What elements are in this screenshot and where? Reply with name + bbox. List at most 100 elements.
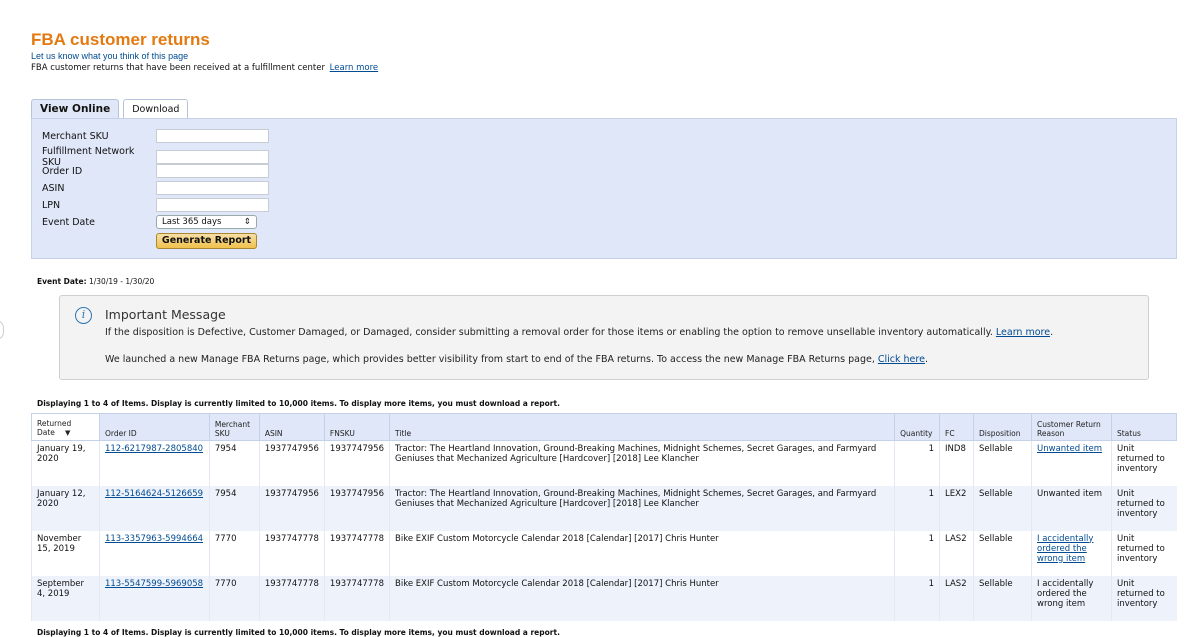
table-row: January 12, 2020 112-5164624-5126659 795… [31, 485, 1177, 531]
cell-date: November 15, 2019 [31, 530, 100, 576]
order-id-input[interactable] [156, 164, 269, 178]
cell-sku: 7770 [208, 530, 260, 576]
asin-label: ASIN [42, 182, 65, 194]
cell-status: Unit returned to inventory [1110, 485, 1177, 531]
cell-status: Unit returned to inventory [1110, 575, 1177, 621]
event-date-row: Event Date Last 365 days ⇕ [42, 215, 257, 229]
search-form-panel: Merchant SKU Fulfillment Network SKU Ord… [31, 118, 1177, 259]
page-title: FBA customer returns [31, 30, 210, 49]
cell-date: January 19, 2020 [31, 440, 100, 486]
event-date-select[interactable]: Last 365 days ⇕ [156, 215, 257, 229]
message-learn-more-link[interactable]: Learn more [996, 327, 1050, 338]
cell-disposition: Sellable [973, 440, 1032, 486]
event-date-summary-value: 1/30/19 - 1/30/20 [88, 277, 155, 286]
asin-row: ASIN [42, 181, 269, 195]
cell-return-reason: Unwanted item [1031, 485, 1112, 531]
col-fnsku[interactable]: FNSKU [323, 413, 391, 441]
order-id-link[interactable]: 112-6217987-2805840 [105, 444, 203, 454]
event-date-summary-label: Event Date: [37, 277, 87, 286]
learn-more-link[interactable]: Learn more [330, 63, 378, 73]
message-line-1: If the disposition is Defective, Custome… [105, 327, 1054, 338]
col-quantity[interactable]: Quantity [894, 413, 941, 441]
order-id-link[interactable]: 112-5164624-5126659 [105, 489, 203, 499]
lpn-input[interactable] [156, 198, 269, 212]
important-message-box: i Important Message If the disposition i… [59, 295, 1149, 380]
cell-title: Bike EXIF Custom Motorcycle Calendar 201… [389, 530, 895, 576]
page-header: FBA customer returns Let us know what yo… [31, 31, 378, 74]
asin-input[interactable] [156, 181, 269, 195]
feedback-link[interactable]: Let us know what you think of this page [31, 51, 378, 62]
lpn-row: LPN [42, 198, 269, 212]
table-row: September 4, 2019 113-5547599-5969058 77… [31, 575, 1177, 621]
returns-table: Returned Date ▼ Order ID Merchant SKU ASI… [31, 413, 1178, 621]
cell-fnsku: 1937747956 [323, 485, 390, 531]
order-id-link[interactable]: 113-3357963-5994664 [105, 534, 203, 544]
event-date-selected-value: Last 365 days [162, 217, 222, 227]
cell-title: Tractor: The Heartland Innovation, Groun… [389, 440, 895, 486]
fnsku-input[interactable] [156, 150, 269, 164]
col-order-id[interactable]: Order ID [98, 413, 210, 441]
return-reason-link[interactable]: I accidentally ordered the wrong item [1037, 534, 1093, 564]
table-row: November 15, 2019 113-3357963-5994664 77… [31, 530, 1177, 576]
cell-sku: 7954 [208, 485, 260, 531]
cell-asin: 1937747778 [258, 575, 325, 621]
cell-asin: 1937747956 [258, 440, 325, 486]
cell-status: Unit returned to inventory [1110, 440, 1177, 486]
event-date-label: Event Date [42, 216, 95, 228]
return-reason-link[interactable]: Unwanted item [1037, 444, 1102, 454]
cell-sku: 7770 [208, 575, 260, 621]
col-title[interactable]: Title [389, 413, 896, 441]
col-disposition[interactable]: Disposition [973, 413, 1033, 441]
table-row: January 19, 2020 112-6217987-2805840 795… [31, 440, 1177, 486]
cell-disposition: Sellable [973, 485, 1032, 531]
col-return-reason[interactable]: Customer Return Reason [1031, 413, 1112, 441]
select-arrows-icon: ⇕ [243, 217, 251, 227]
sort-desc-icon: ▼ [64, 429, 71, 437]
cell-quantity: 1 [894, 485, 940, 531]
page-description-text: FBA customer returns that have been rece… [31, 63, 325, 73]
cell-fc: IND8 [939, 440, 974, 486]
col-returned-date[interactable]: Returned Date ▼ [31, 413, 100, 441]
merchant-sku-input[interactable] [156, 129, 269, 143]
tab-view-online[interactable]: View Online [31, 99, 120, 120]
order-id-row: Order ID [42, 164, 269, 178]
col-fc[interactable]: FC [939, 413, 975, 441]
cell-sku: 7954 [208, 440, 260, 486]
manage-returns-click-here-link[interactable]: Click here [878, 354, 925, 365]
merchant-sku-row: Merchant SKU [42, 129, 269, 143]
message-title: Important Message [105, 307, 226, 322]
order-id-label: Order ID [42, 165, 83, 177]
info-icon: i [75, 307, 92, 324]
table-header-row: Returned Date ▼ Order ID Merchant SKU ASI… [31, 413, 1178, 441]
page-description: FBA customer returns that have been rece… [31, 62, 378, 74]
col-merchant-sku[interactable]: Merchant SKU [208, 413, 260, 441]
side-feedback-tab[interactable] [0, 320, 4, 340]
cell-title: Bike EXIF Custom Motorcycle Calendar 201… [389, 575, 895, 621]
cell-quantity: 1 [894, 575, 940, 621]
event-date-summary: Event Date: 1/30/19 - 1/30/20 [37, 277, 154, 286]
generate-report-button[interactable]: Generate Report [156, 233, 257, 249]
cell-fc: LEX2 [939, 485, 974, 531]
col-status[interactable]: Status [1110, 413, 1178, 441]
cell-return-reason: I accidentally ordered the wrong item [1031, 575, 1112, 621]
cell-quantity: 1 [894, 440, 940, 486]
tab-bar: View Online Download [31, 99, 189, 120]
cell-quantity: 1 [894, 530, 940, 576]
cell-fnsku: 1937747956 [323, 440, 390, 486]
cell-date: January 12, 2020 [31, 485, 100, 531]
cell-disposition: Sellable [973, 575, 1032, 621]
cell-fc: LAS2 [939, 530, 974, 576]
cell-asin: 1937747778 [258, 530, 325, 576]
cell-asin: 1937747956 [258, 485, 325, 531]
cell-fnsku: 1937747778 [323, 530, 390, 576]
lpn-label: LPN [42, 199, 61, 211]
cell-title: Tractor: The Heartland Innovation, Groun… [389, 485, 895, 531]
message-line-2: We launched a new Manage FBA Returns pag… [105, 354, 928, 365]
message-line-2-text: We launched a new Manage FBA Returns pag… [105, 354, 875, 365]
col-asin[interactable]: ASIN [258, 413, 325, 441]
merchant-sku-label: Merchant SKU [42, 130, 109, 142]
tab-download[interactable]: Download [123, 99, 189, 119]
cell-status: Unit returned to inventory [1110, 530, 1177, 576]
order-id-link[interactable]: 113-5547599-5969058 [105, 579, 203, 589]
cell-fc: LAS2 [939, 575, 974, 621]
